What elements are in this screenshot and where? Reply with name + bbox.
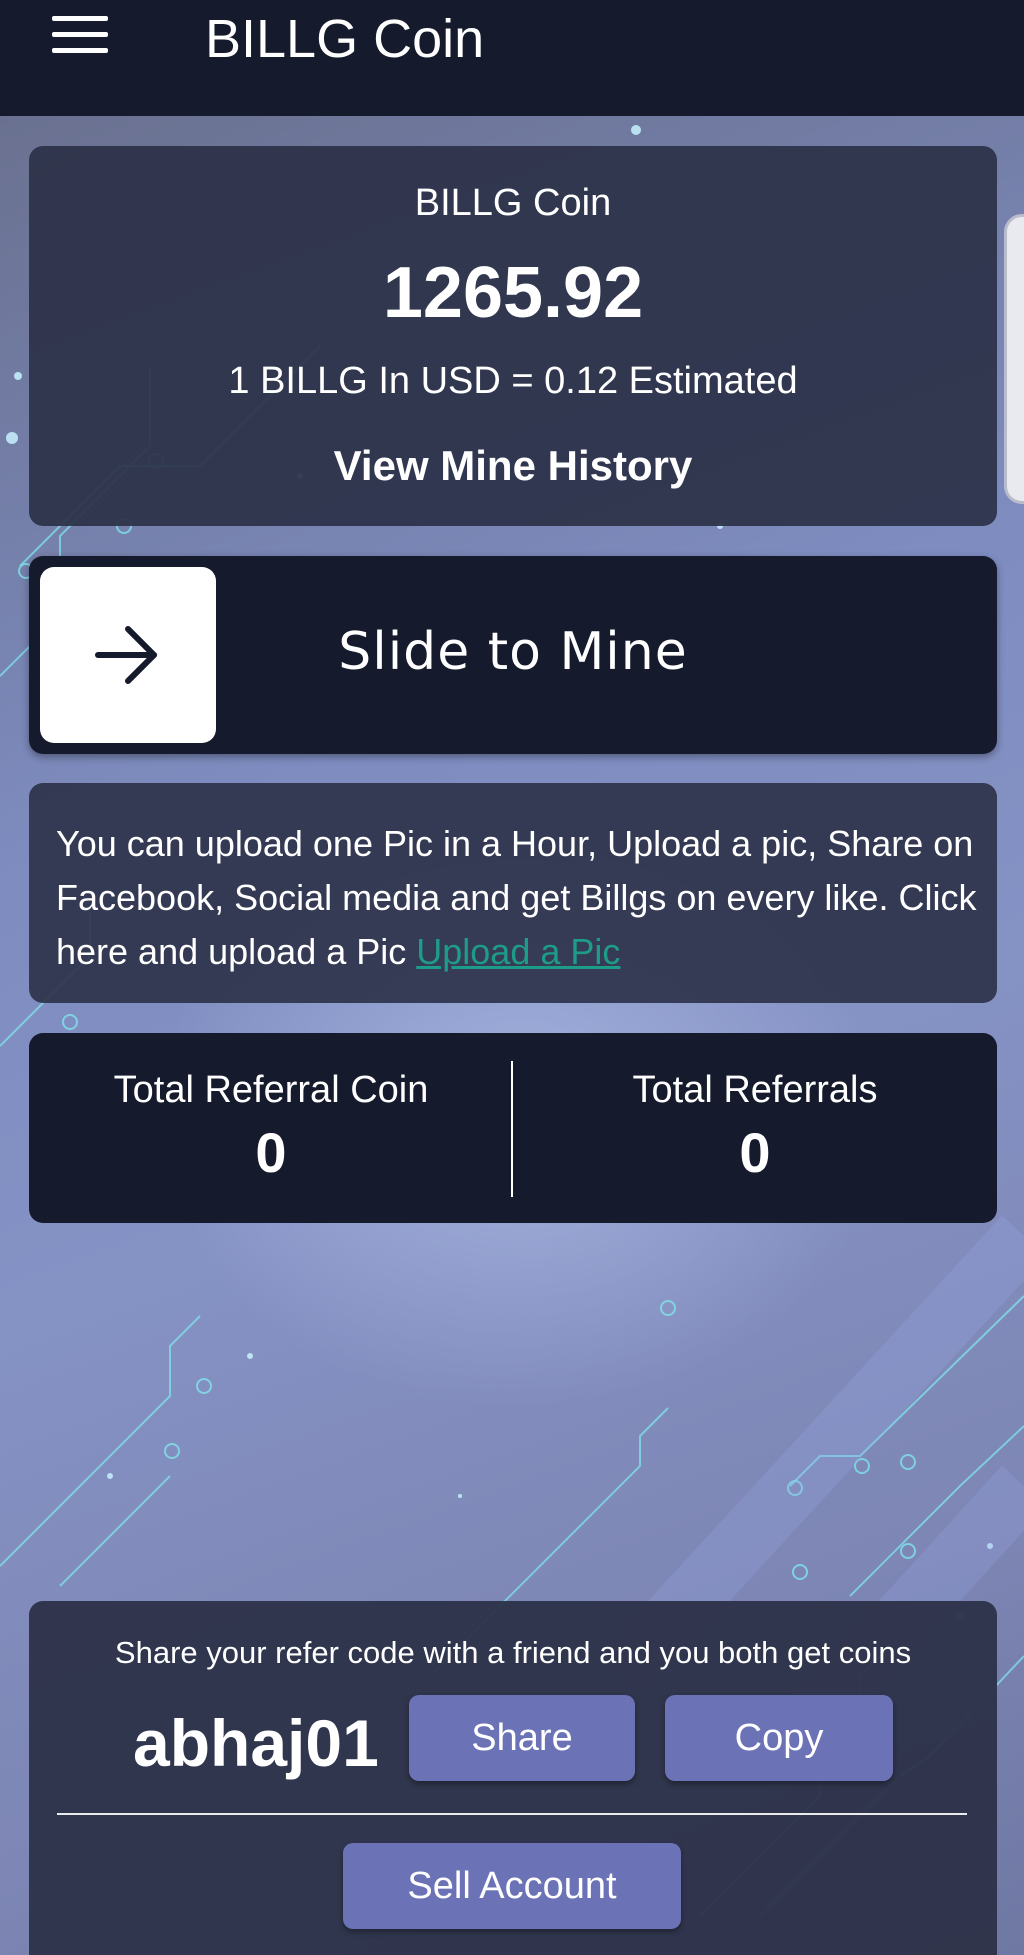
total-referrals-value: 0: [739, 1121, 771, 1184]
refer-code: abhaj01: [133, 1706, 379, 1780]
upload-a-pic-link[interactable]: Upload a Pic: [416, 931, 620, 972]
balance-card: BILLG Coin 1265.92 1 BILLG In USD = 0.12…: [29, 146, 997, 526]
total-referrals-stat: Total Referrals 0: [513, 1069, 997, 1185]
total-referral-coin-stat: Total Referral Coin 0: [29, 1069, 513, 1185]
slide-to-mine-label: Slide to Mine: [338, 622, 688, 682]
share-button[interactable]: Share: [409, 1695, 635, 1781]
top-app-bar: BILLG Coin: [0, 0, 1024, 116]
upload-info-text: You can upload one Pic in a Hour, Upload…: [56, 817, 986, 979]
balance-amount: 1265.92: [382, 253, 644, 333]
copy-button[interactable]: Copy: [665, 1695, 893, 1781]
hamburger-menu-icon[interactable]: [52, 16, 108, 56]
view-mine-history-link[interactable]: View Mine History: [29, 442, 997, 490]
section-divider: [57, 1813, 967, 1815]
referral-stats-card: Total Referral Coin 0 Total Referrals 0: [29, 1033, 997, 1223]
refer-code-description: Share your refer code with a friend and …: [114, 1635, 912, 1670]
refer-code-card: Share your refer code with a friend and …: [29, 1601, 997, 1955]
total-referral-coin-label: Total Referral Coin: [113, 1069, 429, 1111]
app-title: BILLG Coin: [205, 9, 485, 69]
upload-info-card: You can upload one Pic in a Hour, Upload…: [29, 783, 997, 1003]
total-referrals-label: Total Referrals: [632, 1069, 878, 1111]
sell-account-button[interactable]: Sell Account: [343, 1843, 681, 1929]
slide-to-mine-slider[interactable]: Slide to Mine: [29, 556, 997, 754]
usd-rate-text: 1 BILLG In USD = 0.12 Estimated: [228, 360, 798, 402]
side-drawer-tab[interactable]: [1004, 214, 1024, 504]
balance-label: BILLG Coin: [414, 182, 612, 224]
total-referral-coin-value: 0: [255, 1121, 287, 1184]
